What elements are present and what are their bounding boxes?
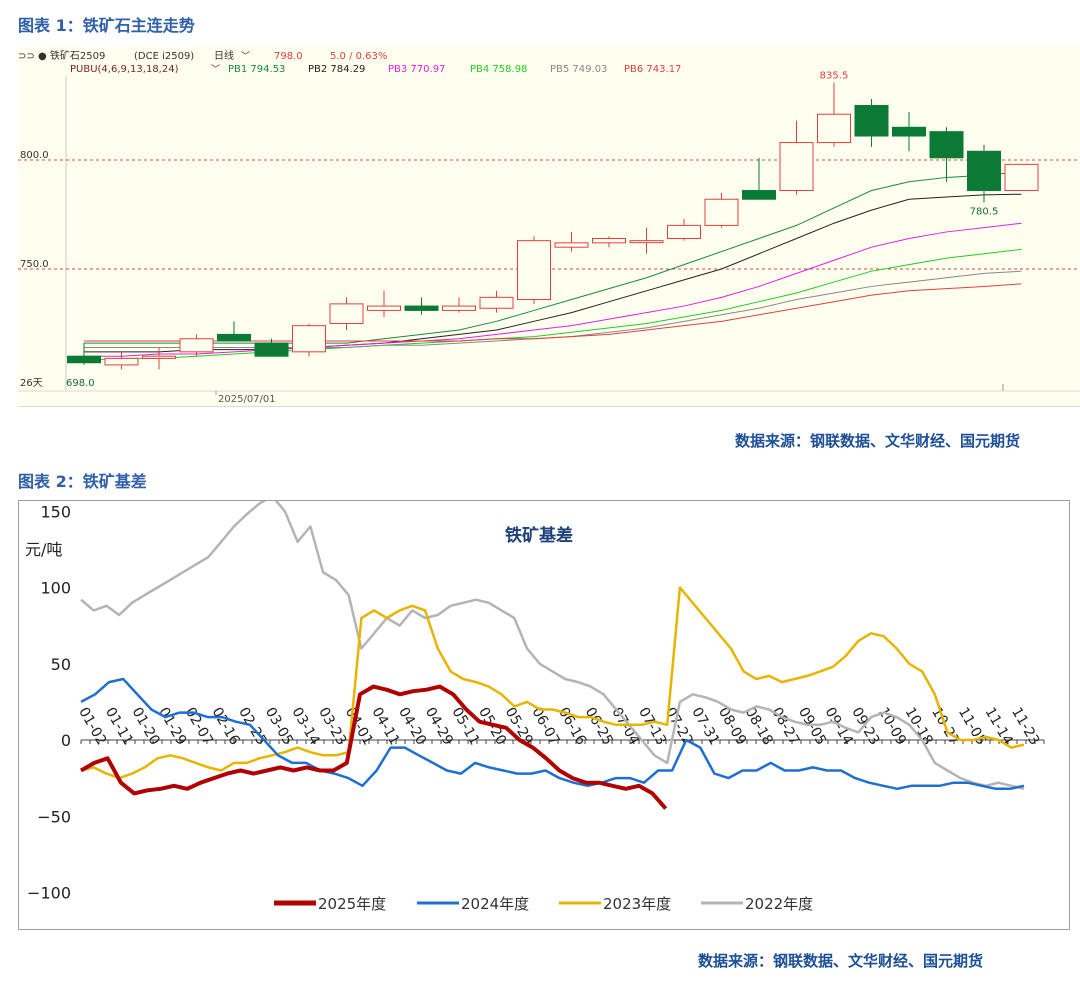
figure2-source: 数据来源：钢联数据、文华财经、国元期货	[698, 952, 984, 970]
candle-body	[67, 355, 101, 364]
candle-body	[517, 240, 551, 301]
y-tick-label: 50	[51, 655, 71, 674]
price-change: 5.0 / 0.63%	[330, 51, 387, 62]
series-line	[80, 586, 1025, 780]
y-tick-label: 750.0	[20, 259, 49, 270]
chart-title: 铁矿基差	[505, 525, 573, 546]
candle-body	[329, 303, 364, 325]
figure1-source: 数据来源：钢联数据、文华财经、国元期货	[735, 432, 1021, 450]
y-tick-label: 800.0	[20, 150, 49, 161]
day-count-label: 26天	[20, 378, 43, 389]
basis-chart: 铁矿基差 元/吨 200150100500−50−100 01-0201-110…	[25, 426, 1045, 913]
figure1-caption: 图表 1：铁矿石主连走势	[18, 16, 195, 35]
date-axis-label: 2025/07/01	[218, 394, 276, 405]
candle-body	[929, 131, 964, 159]
y-tick-label: −50	[37, 807, 71, 826]
pb-line	[84, 283, 1022, 342]
candle-body	[592, 237, 626, 244]
candle-body	[404, 305, 439, 311]
figure2-caption: 图表 2：铁矿基差	[18, 472, 147, 491]
pb-lines	[83, 171, 1022, 362]
period-selector[interactable]: 日线	[214, 49, 234, 62]
candle-body	[254, 342, 289, 357]
candle-body	[1004, 163, 1039, 192]
legend-label: 2024年度	[461, 895, 529, 913]
last-low-label: 780.5	[970, 207, 999, 218]
y-tick-label: 150	[40, 502, 71, 521]
candle-body	[667, 224, 701, 239]
y-tick-label: 100	[40, 579, 71, 598]
candle-body	[479, 296, 514, 309]
chevron-down-icon[interactable]: ﹀	[241, 51, 250, 62]
pb-legend-item: PB5 749.03	[550, 64, 607, 75]
pb-legend-item: PB2 784.29	[308, 64, 365, 75]
candle-body	[554, 242, 589, 248]
candles	[67, 82, 1039, 370]
candle-body	[892, 126, 926, 137]
y-axis: 200150100500−50−100	[27, 426, 71, 903]
candle-body	[629, 240, 664, 244]
candle-body	[104, 357, 139, 366]
x-tick-label: 11-23	[1008, 705, 1042, 748]
y-axis-label: 元/吨	[25, 540, 62, 559]
y-tick-label: −100	[27, 884, 71, 903]
pb-legend-item: PB1 794.53	[228, 64, 285, 75]
basis-chart-panel: 铁矿基差 元/吨 200150100500−50−100 01-0201-110…	[18, 426, 1070, 930]
candle-body	[442, 305, 476, 311]
legend-label: 2022年度	[745, 895, 813, 913]
candle-body	[142, 355, 176, 359]
candle-body	[217, 333, 251, 342]
legend-label: 2023年度	[603, 895, 671, 913]
candlestick-chart-panel: ⊃⊃ ● 铁矿石2509 (DCE i2509) 日线 ﹀ 798.0 5.0 …	[18, 46, 1080, 407]
contract-name: ● 铁矿石2509	[38, 49, 105, 62]
series-lines	[80, 494, 1025, 810]
candle-body	[179, 338, 214, 353]
indicator-chevron-icon[interactable]: ﹀	[211, 64, 220, 75]
candle-body	[817, 113, 851, 144]
chart-mode-icon[interactable]: ⊃⊃	[18, 51, 35, 62]
candle-body	[742, 190, 776, 200]
candle-body	[704, 198, 739, 226]
legend-label: 2025年度	[318, 895, 386, 913]
pb-legend-item: PB3 770.97	[388, 64, 445, 75]
candle-body	[854, 105, 889, 137]
candle-body	[367, 305, 401, 311]
pb-legend-item: PB4 758.98	[470, 64, 527, 75]
candlestick-chart: ⊃⊃ ● 铁矿石2509 (DCE i2509) 日线 ﹀ 798.0 5.0 …	[18, 49, 1080, 405]
legend: 2025年度 2024年度 2023年度 2022年度	[274, 895, 813, 913]
pb-legend-item: PB6 743.17	[624, 64, 681, 75]
low-price-label: 698.0	[66, 378, 95, 389]
high-price-label: 835.5	[820, 71, 849, 82]
indicator-name[interactable]: PUBU(4,6,9,13,18,24)	[70, 64, 179, 75]
candle-body	[967, 150, 1001, 192]
y-tick-label: 0	[61, 731, 71, 750]
last-price: 798.0	[274, 51, 303, 62]
contract-code: (DCE i2509)	[134, 51, 194, 62]
candle-body	[779, 142, 814, 192]
candle-body	[292, 325, 326, 353]
pb-legend: PB1 794.53 PB2 784.29 PB3 770.97 PB4 758.98…	[228, 64, 681, 75]
